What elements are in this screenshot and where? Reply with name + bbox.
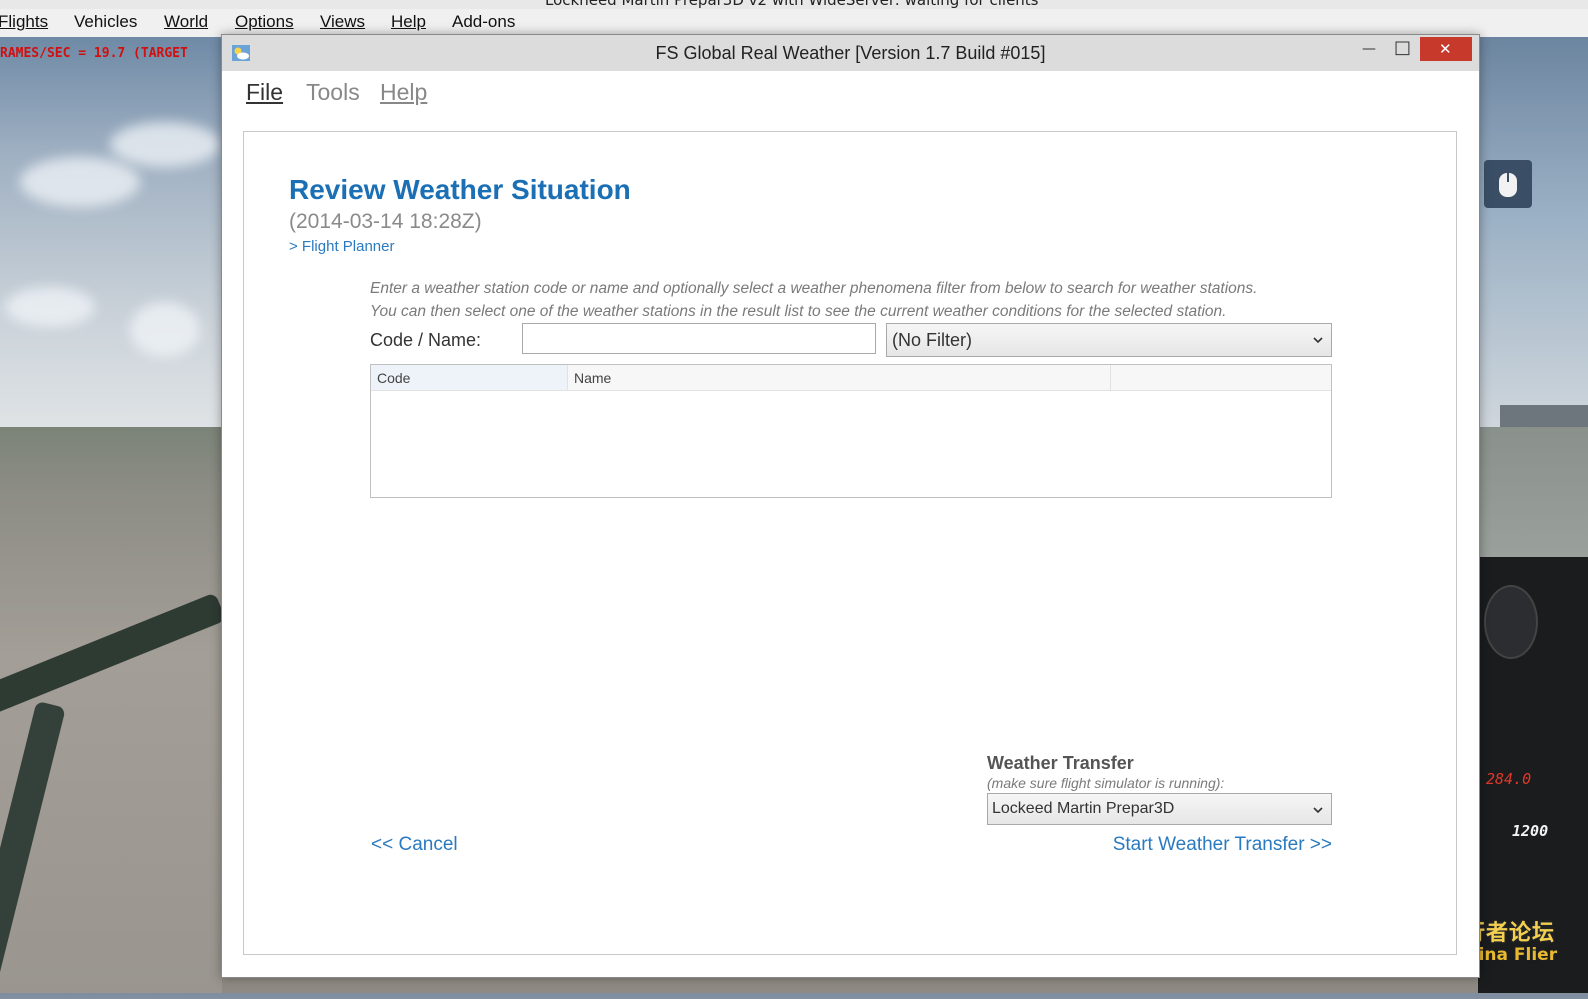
window-title: FS Global Real Weather [Version 1.7 Buil… [655,43,1046,63]
menu-tools-label: Tools [306,79,360,105]
chevron-down-icon [1313,337,1323,344]
column-header-code[interactable]: Code [371,365,568,390]
instructions-line-1: Enter a weather station code or name and… [370,280,1258,297]
close-button[interactable]: ✕ [1420,37,1472,61]
phenomena-filter-select[interactable]: (No Filter) [886,323,1332,357]
sim-menu-label: Vehicles [74,12,138,31]
side-tool-button[interactable] [1484,160,1532,208]
gauge-icon [1484,585,1538,659]
filter-selected-value: (No Filter) [892,330,972,350]
instructions-line-2: You can then select one of the weather s… [370,303,1227,320]
sim-menu-label: World [164,12,209,31]
start-weather-transfer-button[interactable]: Start Weather Transfer >> [1113,834,1332,856]
menu-help[interactable]: Help [380,79,427,106]
menu-tools[interactable]: Tools [306,79,360,106]
app-window: FS Global Real Weather [Version 1.7 Buil… [221,34,1480,978]
minimize-icon: — [1362,41,1376,57]
cloud [110,122,220,167]
sim-menu-world[interactable]: World [164,12,208,32]
page-title: Review Weather Situation [289,174,631,205]
sim-menu-label: Help [391,12,426,31]
sim-sky-left [0,37,222,427]
maximize-button[interactable]: □ [1386,35,1416,61]
menu-file[interactable]: File [246,79,283,106]
mouse-icon [1499,173,1517,197]
window-titlebar[interactable]: FS Global Real Weather [Version 1.7 Buil… [222,35,1479,71]
sim-menu-options[interactable]: Options [235,12,294,32]
menu-file-label: File [246,79,284,105]
instructions: Enter a weather station code or name and… [370,277,1370,323]
code-name-label: Code / Name: [370,330,482,350]
column-header-blank [1111,365,1331,390]
weather-transfer-note: (make sure flight simulator is running): [987,775,1225,791]
cloud [20,157,140,207]
cloud [5,287,95,327]
weather-transfer-title: Weather Transfer [987,753,1134,773]
sim-menu-label: Flights [0,12,49,31]
simulator-selected-value: Lockeed Martin Prepar3D [992,800,1175,817]
sim-sky-right [1478,37,1588,427]
simulator-select[interactable]: Lockeed Martin Prepar3D [987,793,1332,825]
menu-help-label: Help [380,79,428,105]
nav-lcd: 284.0 [1486,770,1532,788]
transponder-lcd: 1200 [1512,822,1549,840]
framerate-readout: RAMES/SEC = 19.7 (TARGET [0,46,188,61]
maximize-icon: □ [1394,37,1412,58]
page-date: (2014-03-14 18:28Z) [289,210,482,233]
sim-menu-label: Views [320,12,366,31]
chevron-down-icon [1313,807,1323,814]
table-header: Code Name [371,365,1331,391]
station-results-table[interactable]: Code Name [370,364,1332,498]
sim-menu-vehicles[interactable]: Vehicles [74,12,137,32]
sim-menu-help[interactable]: Help [391,12,426,32]
code-name-input[interactable] [522,323,876,354]
sim-menu-label: Add-ons [452,12,516,31]
column-header-name[interactable]: Name [568,365,1111,390]
sim-ground-right [1478,427,1588,557]
close-icon: ✕ [1439,40,1452,58]
minimize-button[interactable]: — [1354,35,1384,61]
cancel-button[interactable]: << Cancel [371,834,458,856]
cloud [130,302,200,357]
flight-planner-link[interactable]: > Flight Planner [289,238,394,255]
sim-menu-flights[interactable]: Flights [0,12,48,32]
sim-menu-label: Options [235,12,294,31]
app-menubar: File Tools Help [222,71,1479,131]
content-panel: Review Weather Situation (2014-03-14 18:… [243,131,1457,955]
sim-title: Lockheed Martin Prepar3D v2 with WideSer… [545,0,1039,9]
sim-menu-addons[interactable]: Add-ons [452,12,515,32]
sim-titlebar: Lockheed Martin Prepar3D v2 with WideSer… [0,0,1588,9]
sim-menu-views[interactable]: Views [320,12,365,32]
